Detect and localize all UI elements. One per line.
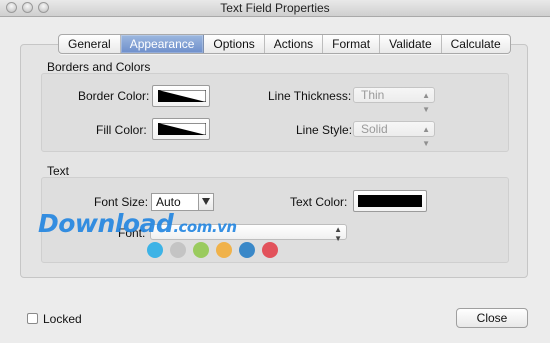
watermark-dot [262,242,278,258]
updown-chevron-icon: ▲ ▼ [422,91,430,114]
text-field-properties-window: Text Field Properties General Appearance… [0,0,550,343]
tab-actions[interactable]: Actions [265,35,324,53]
no-color-swatch-icon [158,123,206,135]
locked-label: Locked [43,312,82,326]
watermark-brand: Download [38,209,174,238]
tab-options[interactable]: Options [204,35,265,53]
text-color-picker[interactable] [353,190,427,212]
line-style-label: Line Style: [296,123,353,137]
tab-format[interactable]: Format [323,35,381,53]
updown-chevron-icon: ▲ ▼ [334,225,342,243]
tab-validate[interactable]: Validate [380,35,442,53]
triangle-down-icon [202,198,210,205]
borders-and-colors-group [41,73,509,152]
borders-and-colors-heading: Borders and Colors [47,60,151,74]
font-size-value: Auto [156,195,181,209]
text-color-label: Text Color: [290,195,348,209]
no-color-swatch-icon [158,90,206,102]
text-color-swatch [358,195,422,207]
border-color-label: Border Color: [78,89,150,103]
tab-bar: General Appearance Options Actions Forma… [58,34,511,54]
line-thickness-value: Thin [361,88,385,102]
updown-chevron-icon: ▲ ▼ [422,125,430,148]
fill-color-picker[interactable] [152,118,210,140]
line-thickness-select[interactable]: Thin ▲ ▼ [353,87,435,114]
tab-appearance[interactable]: Appearance [120,35,205,53]
line-thickness-label: Line Thickness: [268,89,352,103]
tab-calculate[interactable]: Calculate [442,35,510,53]
watermark-dot [239,242,255,258]
download-watermark-logo: Download.com.vn [38,209,237,238]
line-style-value: Solid [361,122,388,136]
close-button[interactable]: Close [456,308,528,328]
watermark-dots [147,242,278,258]
watermark-suffix: .com.vn [173,218,237,236]
line-style-select[interactable]: Solid ▲ ▼ [353,121,435,148]
font-size-label: Font Size: [94,195,149,209]
locked-checkbox[interactable] [27,313,38,324]
fill-color-label: Fill Color: [96,123,147,137]
watermark-dot [216,242,232,258]
border-color-picker[interactable] [152,85,210,107]
window-title: Text Field Properties [220,1,330,15]
tab-general[interactable]: General [59,35,121,53]
watermark-dot [193,242,209,258]
text-heading: Text [47,164,70,178]
title-bar: Text Field Properties [0,0,550,17]
watermark-dot [147,242,163,258]
watermark-dot [170,242,186,258]
